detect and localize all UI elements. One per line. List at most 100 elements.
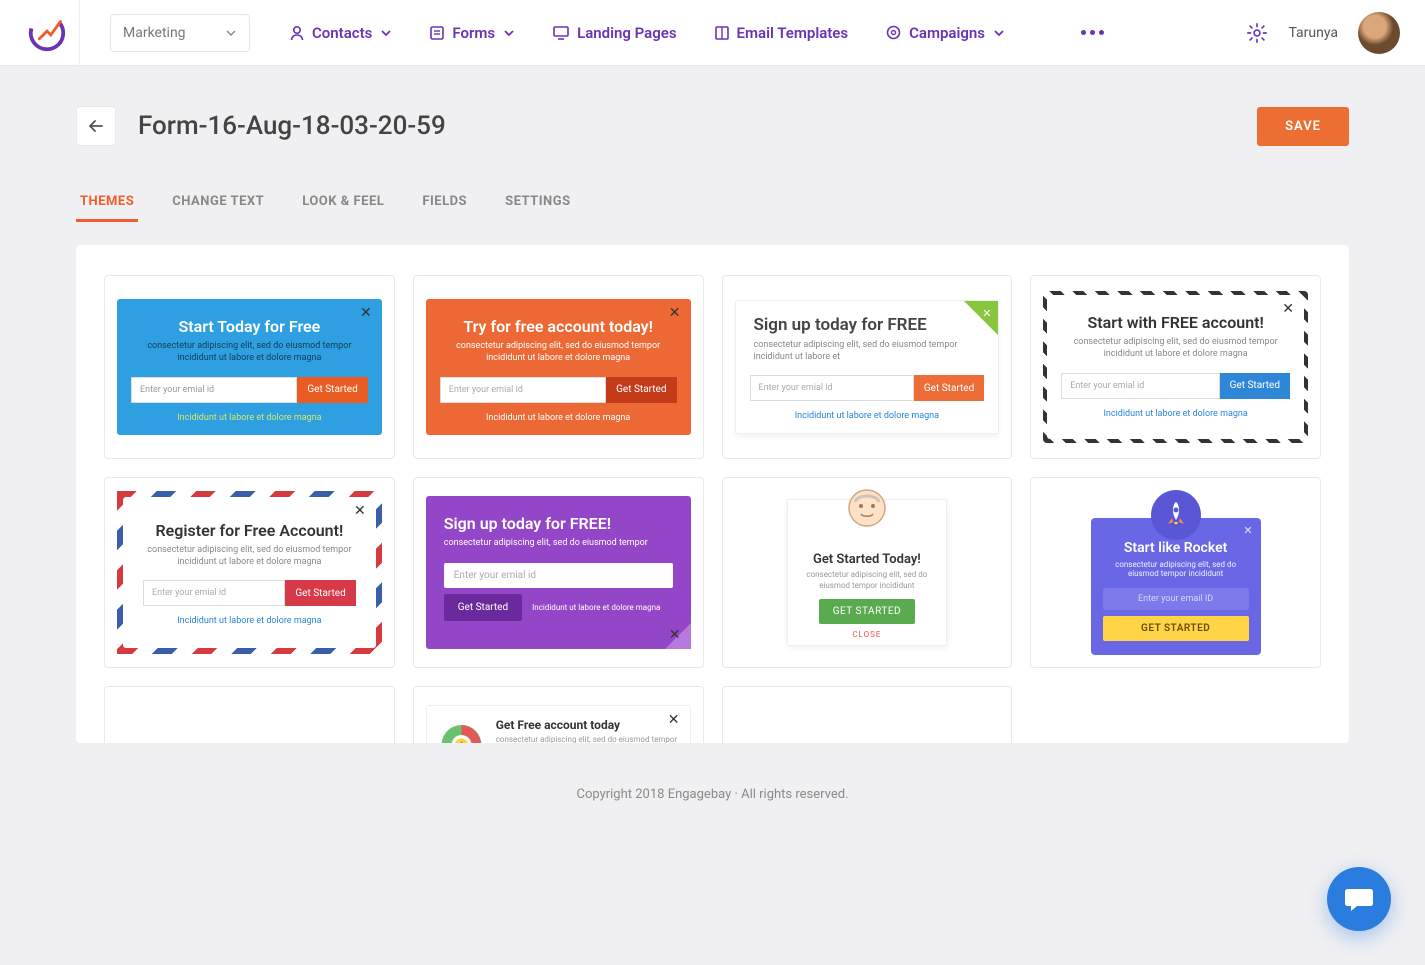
footer-text: Copyright 2018 Engagebay · All rights re…: [0, 763, 1425, 832]
theme-card[interactable]: ✕ Start with FREE account! consectetur a…: [1030, 275, 1321, 459]
tab-fields[interactable]: FIELDS: [418, 184, 471, 222]
layout-icon: [715, 26, 729, 40]
forms-icon: [430, 26, 444, 40]
rocket-icon: [1151, 490, 1201, 540]
preview-heading: Start with FREE account!: [1047, 295, 1304, 332]
main-nav: Contacts Forms Landing Pages Email Templ…: [290, 24, 1104, 42]
preview-subtext: consectetur adipiscing elit, sed do eius…: [496, 735, 678, 743]
app-logo[interactable]: [25, 11, 69, 55]
preview-input: Enter your email ID: [1103, 588, 1249, 610]
workspace-selector[interactable]: Marketing: [110, 14, 250, 52]
theme-card[interactable]: Get Started Today! consectetur adipiscin…: [722, 477, 1013, 668]
preview-footer: Incididunt ut labore et dolore magna: [736, 405, 999, 433]
nav-landing-pages[interactable]: Landing Pages: [553, 24, 676, 42]
preview-subtext: consectetur adipiscing elit, sed do eius…: [736, 335, 999, 371]
nav-label: Forms: [452, 24, 495, 42]
chevron-down-icon: [503, 27, 515, 39]
preview-footer: Incididunt ut labore et dolore magna: [117, 407, 382, 435]
theme-preview: Sign up today for FREE! consectetur adip…: [426, 496, 691, 650]
close-icon: ✕: [668, 712, 680, 728]
preview-footer: Incididunt ut labore et dolore magna: [426, 407, 691, 435]
preview-subtext: consectetur adipiscing elit, sed do eius…: [1103, 560, 1249, 578]
top-bar: Marketing Contacts Forms Landing Pages E…: [0, 0, 1425, 66]
close-icon: ✕: [1243, 524, 1252, 537]
chat-icon: [1344, 885, 1374, 913]
tab-settings[interactable]: SETTINGS: [501, 184, 575, 222]
preview-button: Get Started: [285, 580, 355, 606]
close-icon: ✕: [669, 305, 681, 321]
corner-fold-icon: [964, 301, 998, 335]
tabs: THEMES CHANGE TEXT LOOK & FEEL FIELDS SE…: [76, 184, 1349, 223]
theme-card[interactable]: Sign up today for FREE! consectetur adip…: [413, 477, 704, 668]
chevron-down-icon: [225, 27, 237, 39]
chevron-down-icon: [380, 27, 392, 39]
theme-preview: Get Started Today! consectetur adipiscin…: [735, 499, 1000, 646]
preview-input: Enter your emial id: [1061, 373, 1219, 399]
avatar[interactable]: [1358, 12, 1400, 54]
preview-heading: Try for free account today!: [426, 299, 691, 336]
preview-button: Get Started: [297, 377, 367, 403]
back-button[interactable]: [76, 106, 116, 146]
nav-label: Email Templates: [737, 24, 849, 42]
save-button[interactable]: SAVE: [1257, 107, 1349, 146]
theme-card[interactable]: ✕ Start like Rocket consectetur adipisci…: [1030, 477, 1321, 668]
theme-preview: ✕ Register for Free Account! consectetur…: [123, 497, 376, 648]
campaigns-icon: [886, 25, 901, 40]
preview-footer: Incididunt ut labore et dolore magna: [1047, 403, 1304, 431]
close-icon: ✕: [669, 627, 681, 643]
theme-card[interactable]: ✕ Start Today for Free consectetur adipi…: [104, 275, 395, 459]
preview-subtext: consectetur adipiscing elit, sed do eius…: [426, 336, 691, 372]
person-icon: [847, 488, 887, 528]
nav-label: Landing Pages: [577, 24, 676, 42]
themes-panel: ✕ Start Today for Free consectetur adipi…: [76, 245, 1349, 743]
topbar-right: Tarunya: [1246, 12, 1400, 54]
nav-contacts[interactable]: Contacts: [290, 24, 392, 42]
theme-preview: ✕ Start like Rocket consectetur adipisci…: [1091, 490, 1261, 655]
theme-card[interactable]: Subscribe for Free consectetur adipiscin…: [104, 686, 395, 743]
nav-label: Campaigns: [909, 24, 985, 42]
nav-campaigns[interactable]: Campaigns: [886, 24, 1005, 42]
nav-more[interactable]: [1081, 24, 1104, 42]
close-icon: ✕: [354, 503, 366, 519]
close-icon: ✕: [1282, 301, 1294, 317]
preview-subtext: consectetur adipiscing elit, sed do eius…: [800, 567, 934, 599]
theme-card[interactable]: ✕ Try for free account today! consectetu…: [413, 275, 704, 459]
nav-email-templates[interactable]: Email Templates: [715, 24, 849, 42]
tab-change-text[interactable]: CHANGE TEXT: [168, 184, 268, 222]
chevron-down-icon: [993, 27, 1005, 39]
workspace-selected-label: Marketing: [123, 25, 186, 41]
preview-subtext: consectetur adipiscing elit, sed do eius…: [123, 540, 376, 576]
divider: [79, 0, 80, 66]
svg-text:$: $: [459, 740, 464, 743]
preview-footer: Incididunt ut labore et dolore magna: [123, 610, 376, 638]
preview-heading: Get Started Today!: [813, 534, 921, 567]
monitor-icon: [553, 26, 569, 40]
theme-card[interactable]: ✕ $ Get Free account today consectetur a…: [413, 686, 704, 743]
pie-chart-icon: $: [439, 718, 484, 743]
preview-input: Enter your emial id: [440, 377, 606, 403]
preview-input: Enter your emial id: [444, 563, 673, 588]
nav-label: Contacts: [312, 24, 372, 42]
preview-button: GET STARTED: [1103, 616, 1249, 641]
chat-widget[interactable]: [1327, 867, 1391, 931]
close-icon: ✕: [360, 305, 372, 321]
theme-card[interactable]: Sign up today for FREE consectetur adipi…: [722, 275, 1013, 459]
gear-icon[interactable]: [1246, 22, 1268, 44]
page-header: Form-16-Aug-18-03-20-59 SAVE: [76, 106, 1349, 146]
preview-heading: Start like Rocket: [1103, 540, 1249, 556]
preview-input: Enter your emial id: [143, 580, 285, 606]
preview-heading: Sign up today for FREE!: [426, 496, 691, 533]
preview-button: Get Started: [914, 375, 984, 401]
theme-preview: ✕ $ Get Free account today consectetur a…: [426, 705, 691, 743]
preview-sidetext: Incididunt ut labore et dolore magna: [532, 603, 660, 613]
tab-themes[interactable]: THEMES: [76, 184, 138, 222]
theme-card-empty[interactable]: [722, 686, 1013, 743]
nav-forms[interactable]: Forms: [430, 24, 515, 42]
user-name[interactable]: Tarunya: [1288, 25, 1338, 41]
preview-subtext: consectetur adipiscing elit, sed do eius…: [426, 533, 691, 558]
theme-card[interactable]: ✕ Register for Free Account! consectetur…: [104, 477, 395, 668]
preview-button: Get Started: [606, 377, 676, 403]
preview-button: Get Started: [444, 594, 522, 621]
theme-preview: ✕ Try for free account today! consectetu…: [426, 299, 691, 434]
tab-look-feel[interactable]: LOOK & FEEL: [298, 184, 388, 222]
